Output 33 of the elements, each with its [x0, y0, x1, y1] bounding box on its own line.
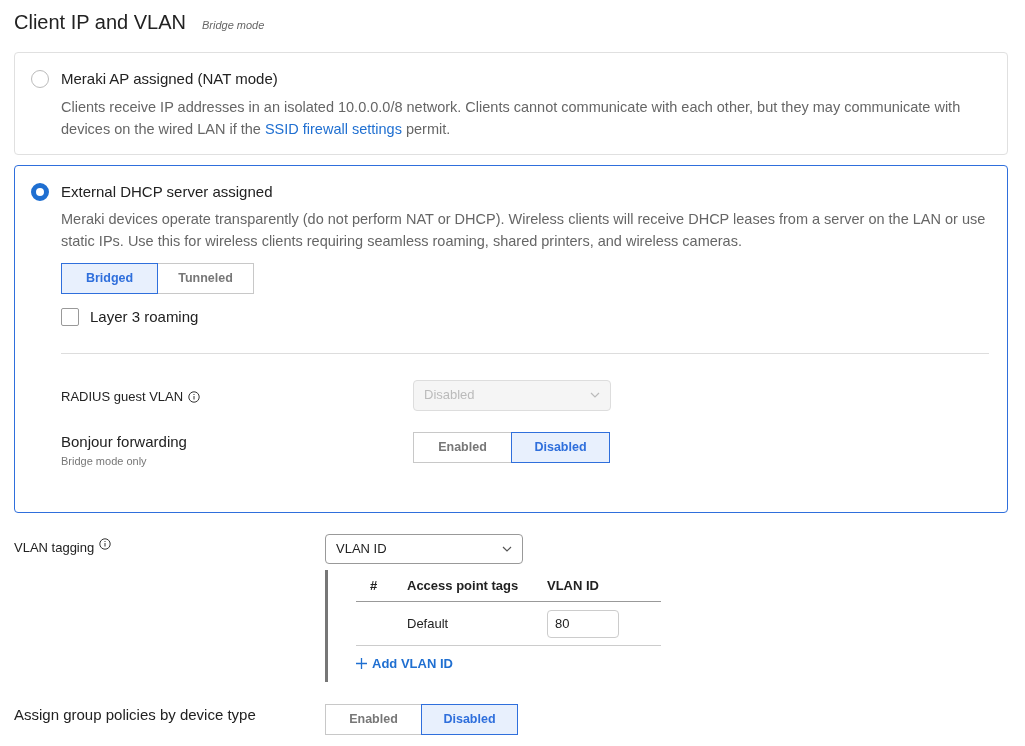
- checkbox[interactable]: [61, 308, 79, 327]
- column-header: #: [356, 569, 407, 602]
- section-title: Client IP and VLAN: [14, 10, 186, 35]
- segment-button[interactable]: Enabled: [413, 431, 512, 463]
- field-label: Assign group policies by device type: [14, 704, 257, 725]
- field-label: Bonjour forwarding: [61, 431, 188, 452]
- field-hint: Bridge mode only: [61, 454, 148, 469]
- column-header: VLAN ID: [547, 569, 661, 602]
- option-description: Clients receive IP addresses in an isolated 10.0.0.0/8 network. Clients cannot communicate with each other, but they may communicate with devices on the wired LAN if the SSID firewall settings permit.: [61, 97, 962, 139]
- select-field[interactable]: VLAN ID: [325, 533, 523, 564]
- segment-button[interactable]: Disabled: [421, 703, 518, 735]
- column-header: Access point tags: [407, 569, 547, 602]
- segment-button[interactable]: Bridged: [61, 263, 158, 294]
- plus-icon: [356, 658, 367, 670]
- field-label: VLAN tagging: [14, 538, 95, 557]
- segment-button[interactable]: Disabled: [511, 431, 610, 463]
- option-label: External DHCP server assigned: [61, 181, 273, 202]
- firewall-settings-link[interactable]: SSID firewall settings: [264, 120, 402, 137]
- option-label: Meraki AP assigned (NAT mode): [61, 69, 278, 89]
- mode-subtitle: Bridge mode: [201, 18, 265, 33]
- chevron-down-icon: [590, 392, 600, 398]
- chevron-down-icon: [502, 545, 512, 552]
- vlan-id-input[interactable]: 80: [547, 609, 619, 638]
- checkbox-label: Layer 3 roaming: [90, 307, 199, 327]
- info-icon: [99, 537, 112, 550]
- table-cell: Default: [407, 601, 547, 646]
- radio-button[interactable]: [31, 182, 49, 201]
- option-description: Meraki devices operate transparently (do not perform NAT or DHCP). Wireless clients will receive DHCP leases from a server on the LAN or use static IPs. Use this for wireless clients requiring seamless roaming, shared printers, and wireless cameras.: [61, 210, 987, 251]
- segment-button[interactable]: Tunneled: [157, 263, 254, 294]
- add-vlan-link[interactable]: Add VLAN ID: [356, 654, 453, 674]
- info-icon: [188, 390, 201, 403]
- field-label: RADIUS guest VLAN: [61, 387, 184, 406]
- segment-button[interactable]: Enabled: [325, 703, 422, 735]
